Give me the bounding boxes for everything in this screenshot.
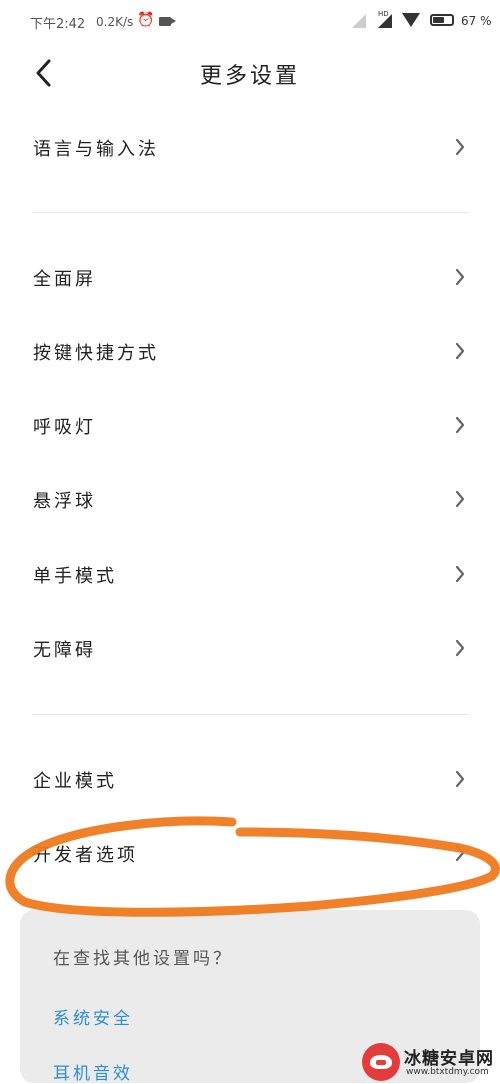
chevron-right-icon: [452, 339, 468, 363]
video-camera-icon: [159, 17, 176, 26]
settings-item-developer-options[interactable]: 开发者选项: [0, 823, 500, 883]
watermark: 冰糖安卓网 www.btxtdmy.com: [362, 1040, 500, 1083]
settings-item-label: 全面屏: [33, 269, 96, 290]
section-divider: [32, 212, 469, 213]
settings-item-label: 按键快捷方式: [33, 343, 159, 364]
watermark-url: www.btxtdmy.com: [406, 1067, 489, 1077]
chevron-right-icon: [452, 636, 468, 660]
settings-item-label: 无障碍: [33, 640, 96, 661]
app-header: 更多设置: [0, 50, 500, 96]
wifi-icon: [402, 13, 420, 27]
battery-level: [433, 17, 444, 23]
signal-hd-icon: [378, 14, 392, 28]
suggestion-link-headphone-audio[interactable]: 耳机音效: [53, 1059, 133, 1084]
settings-item-button-shortcuts[interactable]: 按键快捷方式: [0, 321, 500, 381]
battery-percent: 67 %: [461, 14, 492, 28]
page-title: 更多设置: [199, 64, 300, 89]
settings-item-floating-ball[interactable]: 悬浮球: [0, 469, 500, 529]
settings-item-label: 语言与输入法: [33, 139, 159, 160]
settings-item-label: 单手模式: [33, 566, 117, 587]
status-time: 下午2:42: [30, 17, 86, 32]
suggestion-link-system-security[interactable]: 系统安全: [53, 1004, 133, 1029]
alarm-clock-icon: ⏰: [137, 12, 155, 28]
settings-item-breathing-light[interactable]: 呼吸灯: [0, 395, 500, 455]
chevron-right-icon: [452, 265, 468, 289]
suggestion-card-title: 在查找其他设置吗？: [53, 949, 233, 969]
chevron-right-icon: [452, 767, 468, 791]
settings-item-full-screen[interactable]: 全面屏: [0, 247, 500, 307]
chevron-right-icon: [452, 562, 468, 586]
settings-item-label: 企业模式: [33, 771, 117, 792]
chevron-right-icon: [452, 841, 468, 865]
settings-item-enterprise-mode[interactable]: 企业模式: [0, 749, 500, 809]
section-divider: [32, 714, 469, 715]
battery-icon: [430, 14, 454, 26]
settings-item-label: 悬浮球: [33, 491, 96, 512]
settings-item-accessibility[interactable]: 无障碍: [0, 618, 500, 678]
signal-icon: [352, 14, 366, 28]
settings-item-label: 开发者选项: [33, 845, 138, 866]
watermark-name: 冰糖安卓网: [404, 1049, 494, 1069]
watermark-logo-icon: [362, 1043, 400, 1081]
chevron-right-icon: [452, 135, 468, 159]
settings-item-language-input[interactable]: 语言与输入法: [0, 117, 500, 177]
status-bar: 下午2:42 0.2K/s ⏰ HD 67 %: [0, 0, 500, 44]
chevron-right-icon: [452, 487, 468, 511]
status-net-speed: 0.2K/s: [96, 15, 134, 29]
settings-item-label: 呼吸灯: [33, 417, 96, 438]
settings-item-one-handed-mode[interactable]: 单手模式: [0, 544, 500, 604]
chevron-right-icon: [452, 413, 468, 437]
